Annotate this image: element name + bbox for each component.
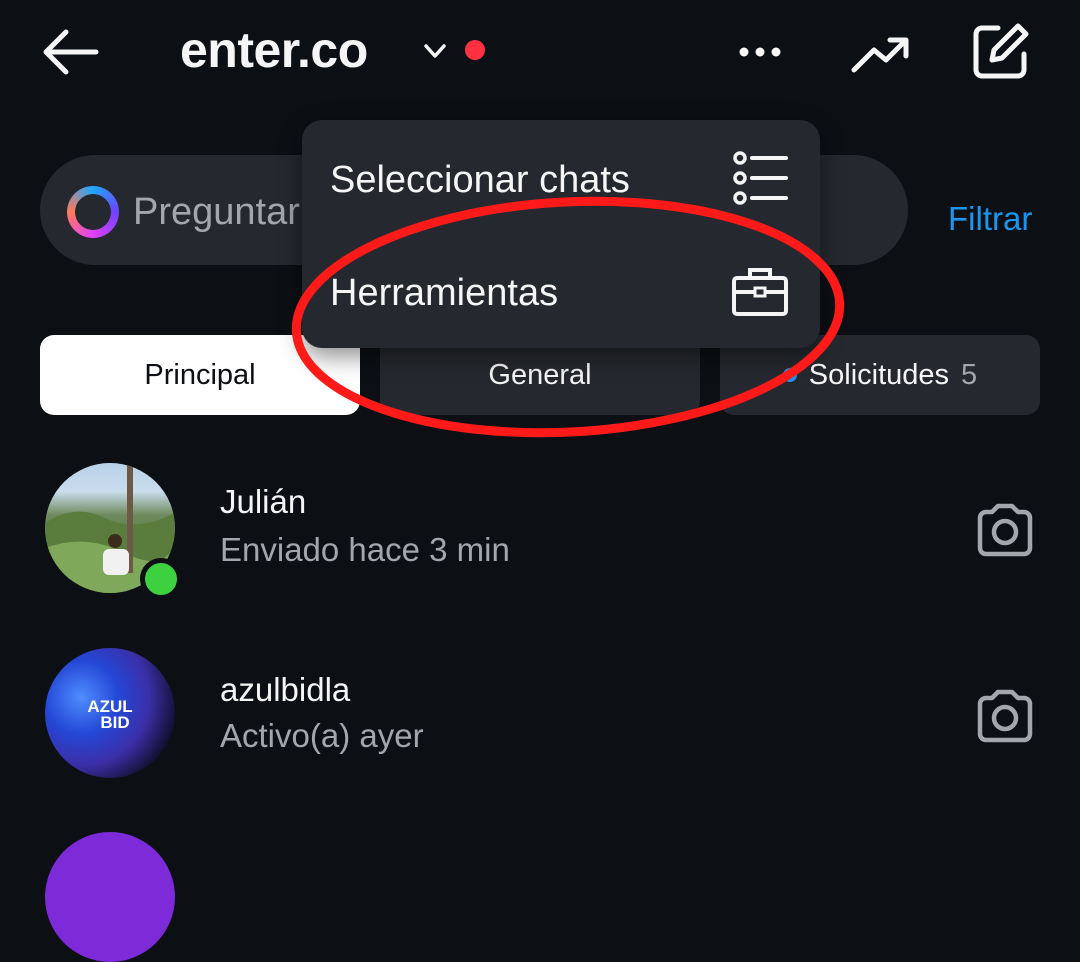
menu-item-tools[interactable]: Herramientas — [330, 268, 558, 318]
svg-text:BID: BID — [100, 713, 129, 732]
chat-status: Activo(a) ayer — [220, 717, 424, 754]
chat-name[interactable]: Julián — [220, 480, 306, 524]
briefcase-icon — [732, 268, 788, 316]
camera-icon[interactable] — [972, 500, 1038, 560]
tab-label: Solicitudes — [808, 358, 950, 391]
tab-label: Principal — [144, 358, 256, 391]
compose-icon[interactable] — [968, 18, 1034, 84]
chevron-down-icon[interactable] — [420, 36, 450, 66]
chat-status: Enviado hace 3 min — [220, 531, 510, 568]
requests-unread-dot — [782, 368, 797, 382]
filter-button[interactable]: Filtrar — [948, 196, 1032, 242]
camera-icon[interactable] — [972, 686, 1038, 746]
avatar[interactable] — [45, 832, 175, 962]
tab-principal[interactable]: Principal — [40, 335, 360, 415]
more-icon[interactable] — [730, 24, 790, 80]
requests-count: 5 — [961, 358, 978, 391]
back-arrow-icon[interactable] — [38, 20, 102, 84]
meta-ai-icon — [67, 186, 119, 238]
unread-dot — [465, 40, 485, 60]
tab-label: General — [488, 358, 592, 391]
insights-icon[interactable] — [848, 26, 914, 82]
list-icon — [733, 151, 788, 205]
online-status-dot — [140, 558, 182, 600]
avatar-logo: AZUL BID — [87, 697, 132, 732]
chat-name[interactable]: azulbidla — [220, 668, 350, 712]
menu-item-select-chats[interactable]: Seleccionar chats — [330, 155, 630, 205]
account-title[interactable]: enter.co — [180, 20, 368, 80]
search-input[interactable]: Preguntar — [133, 186, 300, 238]
avatar[interactable]: AZUL BID — [45, 648, 175, 778]
